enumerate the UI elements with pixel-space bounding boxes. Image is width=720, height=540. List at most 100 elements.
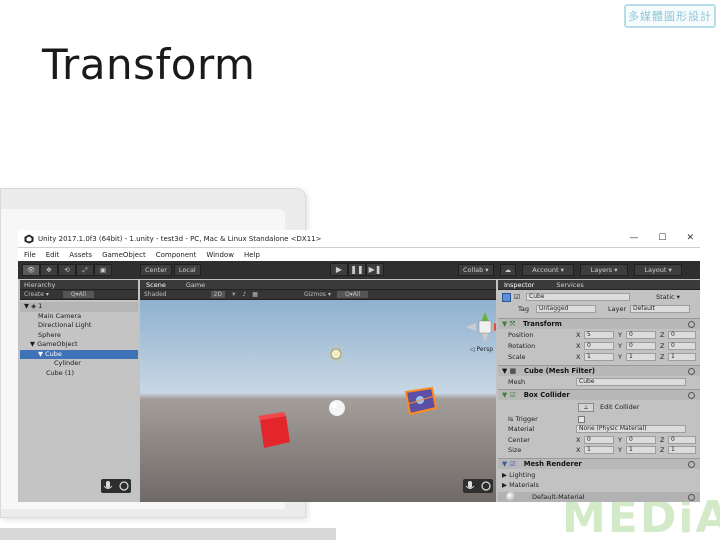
menu-gameobject[interactable]: GameObject	[102, 251, 146, 259]
mesh-field[interactable]: Cube	[576, 378, 686, 386]
play-button[interactable]: ▶	[330, 263, 348, 276]
transform-component-header[interactable]: ▼ ⤧ Transform	[498, 318, 700, 329]
game-tab[interactable]: Game	[186, 281, 205, 289]
list-item[interactable]: ▼ GameObject	[20, 340, 138, 350]
scene-viewport[interactable]: ◁ Persp	[140, 300, 496, 502]
2d-toggle[interactable]: 2D	[210, 291, 226, 298]
hand-tool-button[interactable]: 👁	[22, 264, 40, 276]
list-item-selected[interactable]: ▼ Cube	[20, 349, 138, 359]
scene-orientation-gizmo[interactable]	[466, 312, 496, 342]
position-x-field[interactable]: 5	[584, 331, 614, 339]
pivot-local-toggle[interactable]: Local	[173, 264, 201, 276]
list-item[interactable]: Sphere	[20, 331, 138, 341]
lighting-toggle-icon[interactable]: ☀	[231, 291, 236, 298]
gear-icon[interactable]	[688, 460, 695, 468]
hierarchy-search-input[interactable]: Q▾All	[62, 291, 95, 298]
monitor-base	[0, 528, 336, 540]
shading-mode-dropdown[interactable]: Shaded	[144, 291, 167, 298]
menu-help[interactable]: Help	[244, 251, 260, 259]
step-button[interactable]: ▶❚	[366, 263, 384, 276]
gizmos-dropdown[interactable]: Gizmos ▾	[304, 291, 331, 298]
create-dropdown[interactable]: Create ▾	[24, 291, 49, 298]
mesh-filter-header[interactable]: ▼ ▦ Cube (Mesh Filter)	[498, 365, 700, 376]
position-y-field[interactable]: 0	[626, 331, 656, 339]
scene-search-input[interactable]: Q▾All	[336, 291, 369, 298]
materials-foldout[interactable]: ▶ Materials	[502, 481, 539, 489]
scale-y-field[interactable]: 1	[626, 353, 656, 361]
list-item[interactable]: Main Camera	[20, 312, 138, 322]
edit-collider-button[interactable]: ⟂	[578, 402, 594, 412]
center-x-field[interactable]: 0	[584, 436, 614, 444]
rotation-z-field[interactable]: 0	[668, 342, 696, 350]
center-y-field[interactable]: 0	[626, 436, 656, 444]
pivot-center-toggle[interactable]: Center	[140, 264, 172, 276]
mesh-renderer-header[interactable]: ▼ ☑ Mesh Renderer	[498, 458, 700, 469]
gear-icon[interactable]	[688, 367, 695, 375]
scale-z-field[interactable]: 1	[668, 353, 696, 361]
selected-cube-object[interactable]	[404, 386, 438, 416]
scene-root-item[interactable]: ▼ ◈ 1	[20, 302, 138, 312]
lighting-row[interactable]: ▶ Lighting	[498, 470, 700, 480]
static-dropdown[interactable]: Static ▾	[656, 293, 680, 301]
directional-light-icon[interactable]	[326, 344, 346, 364]
box-collider-header[interactable]: ▼ ☑ Box Collider	[498, 389, 700, 400]
persp-label[interactable]: ◁ Persp	[470, 346, 493, 353]
size-x-field[interactable]: 1	[584, 446, 614, 454]
tag-dropdown[interactable]: Untagged	[536, 305, 596, 313]
mesh-filter-icon: ▼ ▦	[502, 367, 517, 375]
default-material-row[interactable]: Default-Material	[498, 492, 700, 502]
pause-button[interactable]: ❚❚	[348, 263, 366, 276]
layer-dropdown[interactable]: Default	[630, 305, 690, 313]
scale-tool-button[interactable]: ⤢	[76, 264, 94, 276]
scale-x-field[interactable]: 1	[584, 353, 614, 361]
layout-dropdown[interactable]: Layout ▾	[634, 264, 683, 276]
lighting-foldout[interactable]: ▶ Lighting	[502, 471, 535, 479]
list-item[interactable]: Directional Light	[20, 321, 138, 331]
collab-dropdown[interactable]: Collab ▾	[458, 264, 494, 276]
move-tool-button[interactable]: ✥	[40, 264, 58, 276]
rotation-row: Rotation X0 Y0 Z0	[498, 341, 700, 351]
list-item[interactable]: Cylinder	[20, 359, 138, 369]
physic-material-field[interactable]: None (Physic Material)	[576, 425, 686, 433]
default-material-label: Default-Material	[532, 493, 585, 501]
maximize-button[interactable]: ☐	[658, 233, 666, 243]
materials-row[interactable]: ▶ Materials	[498, 480, 700, 490]
object-name-field[interactable]: Cube	[526, 293, 630, 301]
gear-icon[interactable]	[688, 493, 695, 501]
position-z-field[interactable]: 0	[668, 331, 696, 339]
services-tab[interactable]: Services	[556, 281, 583, 289]
account-dropdown[interactable]: Account ▾	[522, 264, 575, 276]
center-z-field[interactable]: 0	[668, 436, 696, 444]
gear-icon[interactable]	[688, 320, 695, 328]
effects-toggle-icon[interactable]: ▦	[252, 291, 258, 298]
close-button[interactable]: ✕	[686, 233, 694, 243]
size-z-field[interactable]: 1	[668, 446, 696, 454]
scene-tab[interactable]: Scene	[146, 281, 166, 289]
tag-layer-row: Tag Untagged Layer Default	[498, 304, 700, 314]
minimize-button[interactable]: —	[629, 233, 638, 243]
red-cube-object[interactable]	[258, 412, 290, 448]
menu-window[interactable]: Window	[206, 251, 234, 259]
menu-edit[interactable]: Edit	[46, 251, 60, 259]
hierarchy-toolbar: Create ▾ Q▾All	[20, 290, 138, 300]
rotation-y-field[interactable]: 0	[626, 342, 656, 350]
audio-toggle-icon[interactable]: ♪	[242, 291, 246, 298]
sphere-object[interactable]	[329, 400, 345, 416]
layers-dropdown[interactable]: Layers ▾	[580, 264, 629, 276]
size-y-field[interactable]: 1	[626, 446, 656, 454]
hierarchy-tab[interactable]: Hierarchy	[24, 281, 55, 289]
menu-file[interactable]: File	[24, 251, 36, 259]
list-item[interactable]: Cube (1)	[20, 369, 138, 379]
gear-icon[interactable]	[688, 391, 695, 399]
position-label: Position	[508, 331, 534, 339]
rotate-tool-button[interactable]: ⟲	[58, 264, 76, 276]
menu-component[interactable]: Component	[156, 251, 197, 259]
is-trigger-checkbox[interactable]	[578, 415, 585, 423]
rect-tool-button[interactable]: ▣	[94, 264, 112, 276]
menu-assets[interactable]: Assets	[69, 251, 92, 259]
inspector-tab[interactable]: Inspector	[504, 281, 534, 289]
cloud-icon[interactable]: ☁	[499, 264, 517, 276]
box-collider-icon: ▼ ☑	[502, 391, 516, 399]
active-checkbox[interactable]: ☑	[514, 293, 520, 301]
rotation-x-field[interactable]: 0	[584, 342, 614, 350]
